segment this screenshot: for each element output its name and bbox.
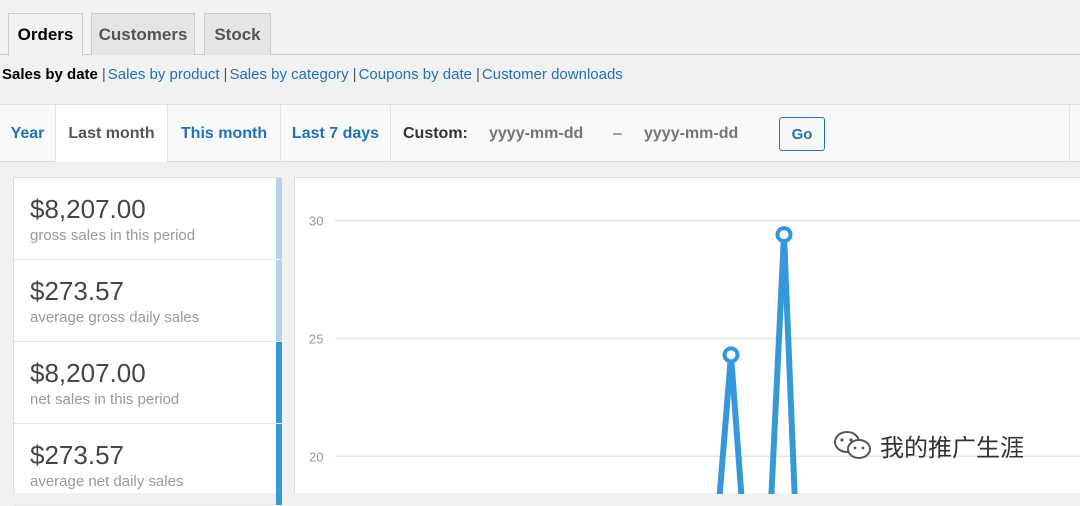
range-last-month[interactable]: Last month — [56, 105, 168, 162]
legend-color-bar — [276, 178, 282, 259]
legend-net-sales[interactable]: $8,207.00 net sales in this period — [14, 342, 282, 424]
range-year[interactable]: Year — [0, 105, 56, 162]
report-subnav: Sales by date | Sales by product | Sales by … — [2, 66, 623, 83]
legend-color-bar — [276, 260, 282, 341]
chart-legend: $8,207.00 gross sales in this period $27… — [13, 177, 282, 506]
wechat-icon — [834, 431, 871, 459]
subnav-current: Sales by date — [2, 66, 98, 83]
legend-color-bar — [276, 342, 282, 423]
watermark-text: 我的推广生涯 — [880, 433, 1024, 462]
data-point[interactable] — [775, 226, 793, 244]
legend-description: gross sales in this period — [30, 227, 196, 244]
subnav-coupons-by-date[interactable]: Coupons by date — [359, 66, 472, 83]
legend-amount: $8,207.00 — [30, 358, 146, 388]
range-last-7-days[interactable]: Last 7 days — [281, 105, 391, 162]
go-button[interactable]: Go — [779, 117, 825, 151]
legend-amount: $273.57 — [30, 276, 124, 306]
tab-orders[interactable]: Orders — [8, 13, 83, 56]
range-this-month[interactable]: This month — [168, 105, 281, 162]
start-date-input[interactable] — [489, 125, 599, 143]
tab-stock[interactable]: Stock — [204, 13, 271, 55]
y-tick-label: 30 — [309, 213, 323, 228]
legend-description: net sales in this period — [30, 391, 180, 408]
y-tick-label: 25 — [309, 331, 323, 346]
date-range-bar: Year Last month This month Last 7 days C… — [0, 104, 1080, 162]
legend-description: average net daily sales — [30, 473, 184, 490]
watermark: 我的推广生涯 — [832, 428, 1024, 462]
tab-customers[interactable]: Customers — [91, 13, 195, 55]
series-line — [768, 231, 798, 494]
custom-range: Custom: – Go — [391, 105, 1070, 162]
subnav-customer-downloads[interactable]: Customer downloads — [482, 66, 623, 83]
y-tick-label: 20 — [309, 449, 323, 464]
subnav-sales-by-category[interactable]: Sales by category — [229, 66, 348, 83]
series-line — [716, 351, 745, 494]
subnav-sales-by-product[interactable]: Sales by product — [108, 66, 220, 83]
data-point[interactable] — [722, 346, 740, 364]
legend-amount: $273.57 — [30, 440, 124, 470]
legend-amount: $8,207.00 — [30, 194, 146, 224]
legend-gross-sales[interactable]: $8,207.00 gross sales in this period — [14, 178, 282, 260]
report-tabs: Orders Customers Stock — [0, 0, 1080, 56]
legend-description: average gross daily sales — [30, 309, 200, 326]
end-date-input[interactable] — [644, 125, 754, 143]
legend-average-net-daily[interactable]: $273.57 average net daily sales — [14, 424, 282, 506]
legend-average-gross-daily[interactable]: $273.57 average gross daily sales — [14, 260, 282, 342]
custom-label: Custom: — [403, 125, 468, 142]
range-dash: – — [613, 125, 622, 142]
